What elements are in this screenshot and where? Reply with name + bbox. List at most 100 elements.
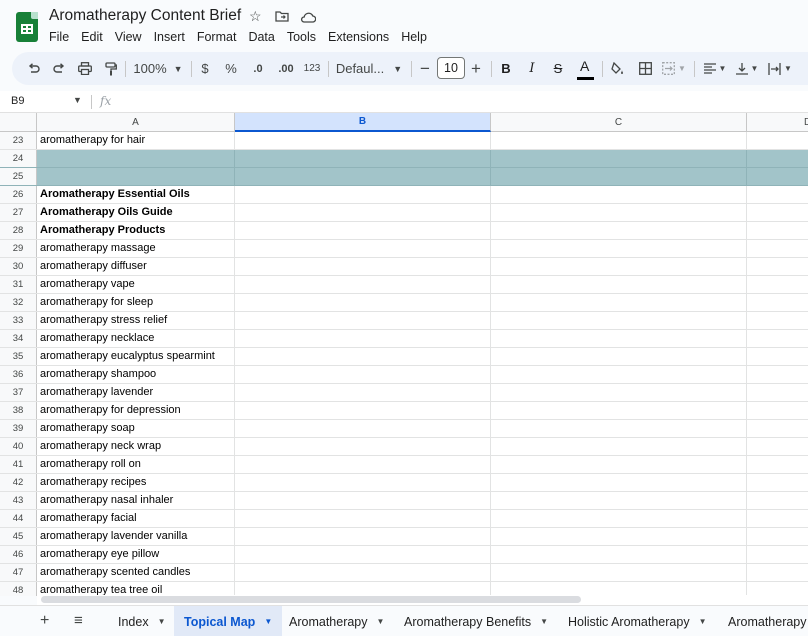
cell-a[interactable]: aromatherapy roll on bbox=[37, 456, 235, 473]
cell-b[interactable] bbox=[235, 384, 491, 401]
cell-a[interactable]: aromatherapy soap bbox=[37, 420, 235, 437]
cell-b[interactable] bbox=[235, 132, 491, 149]
undo-icon[interactable] bbox=[24, 52, 42, 85]
cell-a[interactable]: aromatherapy lavender bbox=[37, 384, 235, 401]
chevron-down-icon[interactable]: ▼ bbox=[377, 617, 385, 626]
sheet-tab-aromatherapy-2[interactable]: Aromatherapy bbox=[728, 606, 807, 636]
font-size-input[interactable]: 10 bbox=[437, 57, 465, 79]
cell-b[interactable] bbox=[235, 204, 491, 221]
cell-a[interactable]: aromatherapy massage bbox=[37, 240, 235, 257]
cell-c[interactable] bbox=[491, 492, 747, 509]
cell-c[interactable] bbox=[491, 366, 747, 383]
row-header[interactable]: 27 bbox=[0, 204, 37, 221]
cell-a[interactable]: aromatherapy for hair bbox=[37, 132, 235, 149]
cell-a[interactable]: Aromatherapy Oils Guide bbox=[37, 204, 235, 221]
zoom-select[interactable]: 100% ▼ bbox=[130, 52, 186, 85]
cell-b[interactable] bbox=[235, 564, 491, 581]
paint-format-icon[interactable] bbox=[102, 52, 120, 85]
chevron-down-icon[interactable]: ▼ bbox=[158, 617, 166, 626]
cell-a[interactable]: aromatherapy lavender vanilla bbox=[37, 528, 235, 545]
cell-c[interactable] bbox=[491, 384, 747, 401]
percent-format-button[interactable]: % bbox=[223, 52, 239, 85]
move-folder-icon[interactable] bbox=[275, 9, 289, 25]
name-box[interactable]: B9 bbox=[11, 95, 24, 107]
cell-b[interactable] bbox=[235, 168, 491, 185]
row-header[interactable]: 29 bbox=[0, 240, 37, 257]
cell-b[interactable] bbox=[235, 258, 491, 275]
cloud-status-icon[interactable] bbox=[300, 10, 317, 26]
decrease-decimal-button[interactable]: .0 bbox=[248, 52, 268, 85]
row-header[interactable]: 37 bbox=[0, 384, 37, 401]
cell-a[interactable]: aromatherapy tea tree oil bbox=[37, 582, 235, 596]
add-sheet-icon[interactable]: + bbox=[40, 612, 49, 630]
column-header-c[interactable]: C bbox=[491, 113, 747, 132]
cell-c[interactable] bbox=[491, 420, 747, 437]
cell-a[interactable]: aromatherapy eye pillow bbox=[37, 546, 235, 563]
print-icon[interactable] bbox=[76, 52, 94, 85]
cell-b[interactable] bbox=[235, 222, 491, 239]
cell-b[interactable] bbox=[235, 474, 491, 491]
cell-b[interactable] bbox=[235, 366, 491, 383]
cell-a[interactable]: aromatherapy recipes bbox=[37, 474, 235, 491]
row-header[interactable]: 44 bbox=[0, 510, 37, 527]
cell-b[interactable] bbox=[235, 582, 491, 596]
sheets-logo-icon[interactable] bbox=[16, 12, 38, 42]
cell-c[interactable] bbox=[491, 564, 747, 581]
bold-button[interactable]: B bbox=[498, 52, 514, 85]
all-sheets-icon[interactable]: ≡ bbox=[74, 612, 83, 629]
text-color-button[interactable]: A bbox=[576, 58, 595, 80]
cell-a[interactable]: Aromatherapy Essential Oils bbox=[37, 186, 235, 203]
menu-data[interactable]: Data bbox=[242, 29, 280, 45]
row-header[interactable]: 47 bbox=[0, 564, 37, 581]
font-family-select[interactable]: Defaul... ▼ bbox=[334, 52, 404, 85]
cell-c[interactable] bbox=[491, 312, 747, 329]
cell-b[interactable] bbox=[235, 546, 491, 563]
row-header[interactable]: 32 bbox=[0, 294, 37, 311]
cell-c[interactable] bbox=[491, 240, 747, 257]
cell-c[interactable] bbox=[491, 528, 747, 545]
row-header[interactable]: 26 bbox=[0, 186, 37, 203]
column-header-d[interactable]: D bbox=[747, 113, 808, 132]
cell-c[interactable] bbox=[491, 276, 747, 293]
menu-format[interactable]: Format bbox=[191, 29, 243, 45]
cell-b[interactable] bbox=[235, 492, 491, 509]
chevron-down-icon[interactable]: ▼ bbox=[699, 617, 707, 626]
scrollbar-thumb[interactable] bbox=[41, 596, 581, 603]
row-header[interactable]: 24 bbox=[0, 150, 37, 167]
cell-b[interactable] bbox=[235, 276, 491, 293]
cell-a[interactable]: aromatherapy nasal inhaler bbox=[37, 492, 235, 509]
cell-b[interactable] bbox=[235, 348, 491, 365]
chevron-down-icon[interactable]: ▼ bbox=[540, 617, 548, 626]
chevron-down-icon[interactable]: ▼ bbox=[73, 95, 82, 105]
sheet-tab-aromatherapy-benefits[interactable]: Aromatherapy Benefits ▼ bbox=[404, 606, 548, 636]
menu-file[interactable]: File bbox=[43, 29, 75, 45]
cell-c[interactable] bbox=[491, 546, 747, 563]
cell-b[interactable] bbox=[235, 528, 491, 545]
cell-a[interactable]: aromatherapy necklace bbox=[37, 330, 235, 347]
cell-c[interactable] bbox=[491, 438, 747, 455]
row-header[interactable]: 28 bbox=[0, 222, 37, 239]
horizontal-align-icon[interactable]: ▼ bbox=[702, 52, 728, 85]
sheet-tab-aromatherapy[interactable]: Aromatherapy ▼ bbox=[289, 606, 384, 636]
select-all-corner[interactable] bbox=[0, 113, 37, 132]
redo-icon[interactable] bbox=[50, 52, 68, 85]
cell-a[interactable]: aromatherapy diffuser bbox=[37, 258, 235, 275]
vertical-align-icon[interactable]: ▼ bbox=[734, 52, 760, 85]
currency-format-button[interactable]: $ bbox=[198, 52, 212, 85]
row-header[interactable]: 43 bbox=[0, 492, 37, 509]
cell-b[interactable] bbox=[235, 294, 491, 311]
italic-button[interactable]: I bbox=[524, 52, 540, 85]
cell-c[interactable] bbox=[491, 204, 747, 221]
cell-b[interactable] bbox=[235, 438, 491, 455]
cell-c[interactable] bbox=[491, 348, 747, 365]
cell-c[interactable] bbox=[491, 510, 747, 527]
cell-a[interactable]: aromatherapy eucalyptus spearmint bbox=[37, 348, 235, 365]
row-header[interactable]: 23 bbox=[0, 132, 37, 149]
menu-tools[interactable]: Tools bbox=[281, 29, 322, 45]
cell-a[interactable]: aromatherapy scented candles bbox=[37, 564, 235, 581]
row-header[interactable]: 41 bbox=[0, 456, 37, 473]
row-header[interactable]: 48 bbox=[0, 582, 37, 596]
cell-b[interactable] bbox=[235, 456, 491, 473]
cell-c[interactable] bbox=[491, 582, 747, 596]
fill-color-icon[interactable] bbox=[609, 52, 627, 85]
